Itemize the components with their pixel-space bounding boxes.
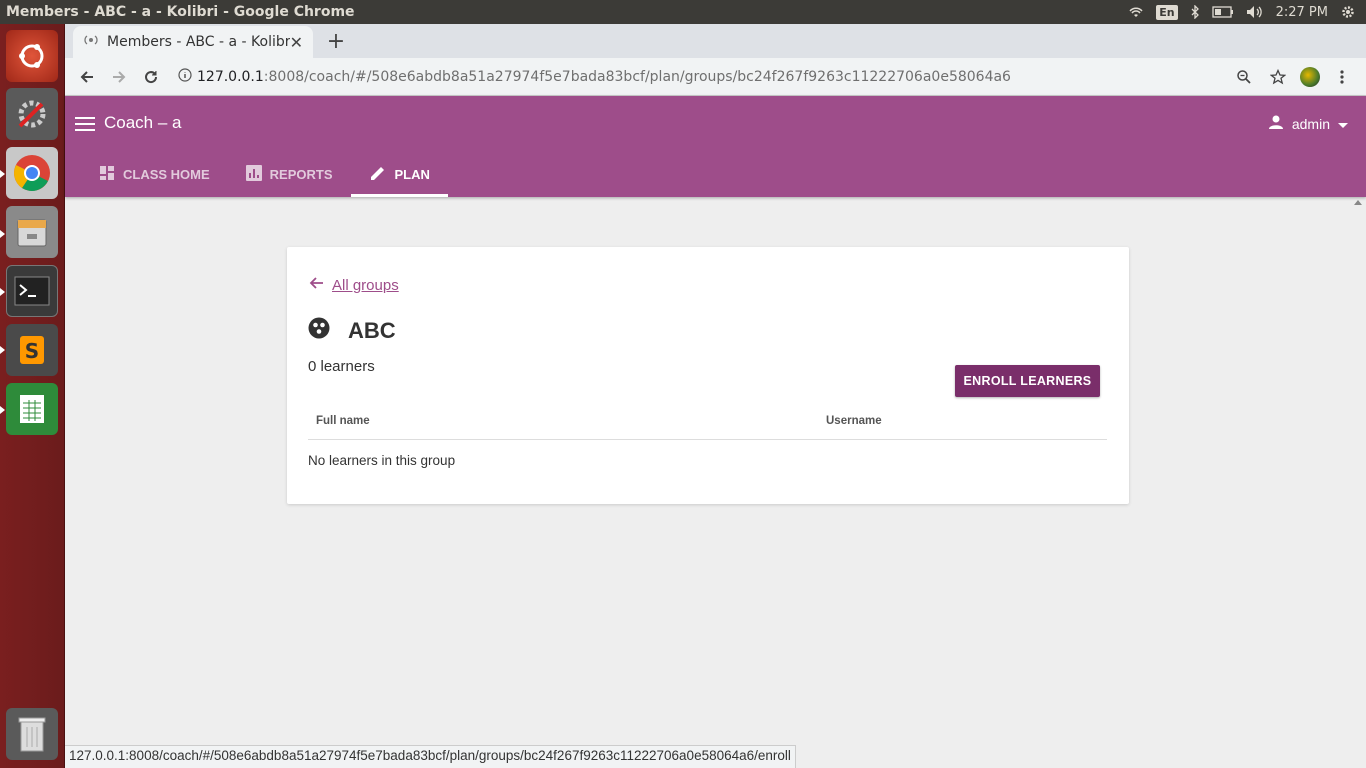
favicon-icon — [83, 32, 99, 52]
ubuntu-dash-icon[interactable] — [6, 30, 58, 82]
battery-icon[interactable] — [1211, 6, 1234, 18]
system-tray: En 2:27 PM — [1128, 4, 1366, 20]
toolbar-actions — [1232, 61, 1366, 93]
reload-button[interactable] — [135, 61, 167, 93]
browser-tab-strip: Members - ABC - a - Kolibri ✕ + — [65, 24, 1366, 58]
kolibri-app: Coach – a admin CLASS HOME REPORTS PLAN … — [65, 96, 1366, 768]
bar-chart-icon — [245, 165, 262, 184]
wifi-icon[interactable] — [1128, 5, 1144, 19]
empty-table-message: No learners in this group — [308, 453, 456, 468]
tab-label: PLAN — [394, 167, 430, 182]
pencil-icon — [369, 164, 387, 185]
table-header: Full name Username — [308, 409, 1107, 440]
group-name: ABC — [348, 317, 396, 343]
coach-nav-tabs: CLASS HOME REPORTS PLAN — [81, 152, 449, 197]
group-members-card: All groups ABC 0 learners ENROLL LEARNER… — [287, 247, 1129, 504]
url-path: :8008/coach/#/508e6abdb8a51a27974f5e7bad… — [263, 68, 1011, 85]
profile-avatar[interactable] — [1300, 66, 1320, 87]
tab-label: REPORTS — [269, 167, 333, 182]
svg-text:S: S — [25, 339, 39, 363]
chrome-menu-icon[interactable] — [1330, 61, 1354, 93]
files-icon[interactable] — [6, 206, 58, 258]
tab-class-home[interactable]: CLASS HOME — [81, 152, 228, 197]
forward-button[interactable] — [103, 61, 135, 93]
back-link-label: All groups — [332, 276, 399, 294]
app-title: Coach – a — [104, 113, 182, 132]
ubuntu-launcher: S — [0, 24, 65, 768]
learner-count: 0 learners — [308, 358, 375, 375]
settings-gear-icon[interactable] — [1340, 4, 1356, 20]
clock[interactable]: 2:27 PM — [1276, 5, 1328, 20]
tab-reports[interactable]: REPORTS — [228, 152, 351, 197]
window-title: Members - ABC - a - Kolibri - Google Chr… — [6, 4, 355, 20]
arrow-back-icon — [308, 275, 324, 295]
person-icon — [1268, 114, 1284, 133]
browser-tab[interactable]: Members - ABC - a - Kolibri ✕ — [73, 26, 313, 58]
close-tab-icon[interactable]: ✕ — [290, 33, 303, 52]
scrollbar-up-arrow[interactable] — [1354, 200, 1362, 205]
column-header-username[interactable]: Username — [826, 415, 882, 427]
column-header-full-name[interactable]: Full name — [316, 415, 370, 427]
bookmark-star-icon[interactable] — [1266, 61, 1290, 93]
zoom-icon[interactable] — [1232, 61, 1256, 93]
back-button[interactable] — [71, 61, 103, 93]
enroll-learners-button[interactable]: ENROLL LEARNERS — [955, 365, 1100, 397]
group-icon — [308, 317, 330, 344]
libreoffice-calc-icon[interactable] — [6, 383, 58, 435]
user-name: admin — [1291, 115, 1330, 132]
new-tab-button[interactable]: + — [323, 28, 349, 54]
system-settings-icon[interactable] — [6, 88, 58, 140]
url-host: 127.0.0.1 — [197, 68, 264, 85]
site-info-icon[interactable] — [173, 67, 197, 86]
bluetooth-icon[interactable] — [1190, 5, 1200, 19]
group-heading: ABC — [308, 317, 396, 344]
dashboard-icon — [99, 165, 115, 184]
volume-icon[interactable] — [1246, 5, 1264, 19]
chrome-icon[interactable] — [6, 147, 58, 199]
browser-toolbar: 127.0.0.1:8008/coach/#/508e6abdb8a51a279… — [65, 58, 1366, 96]
os-top-panel: Members - ABC - a - Kolibri - Google Chr… — [0, 0, 1366, 24]
browser-tab-title: Members - ABC - a - Kolibri — [107, 34, 290, 50]
terminal-icon[interactable] — [6, 265, 58, 317]
app-header: Coach – a admin CLASS HOME REPORTS PLAN — [65, 96, 1366, 197]
address-bar[interactable]: 127.0.0.1:8008/coach/#/508e6abdb8a51a279… — [173, 62, 1232, 92]
back-to-all-groups-link[interactable]: All groups — [308, 275, 399, 295]
chevron-down-icon — [1338, 116, 1348, 132]
tab-label: CLASS HOME — [123, 167, 210, 182]
tab-plan[interactable]: PLAN — [350, 152, 449, 197]
trash-icon[interactable] — [6, 708, 58, 760]
link-status-bubble: 127.0.0.1:8008/coach/#/508e6abdb8a51a279… — [65, 745, 796, 768]
sublime-text-icon[interactable]: S — [6, 324, 58, 376]
keyboard-layout-indicator[interactable]: En — [1156, 4, 1178, 20]
hamburger-menu-icon[interactable] — [71, 112, 99, 136]
user-menu-button[interactable]: admin — [1268, 114, 1348, 133]
